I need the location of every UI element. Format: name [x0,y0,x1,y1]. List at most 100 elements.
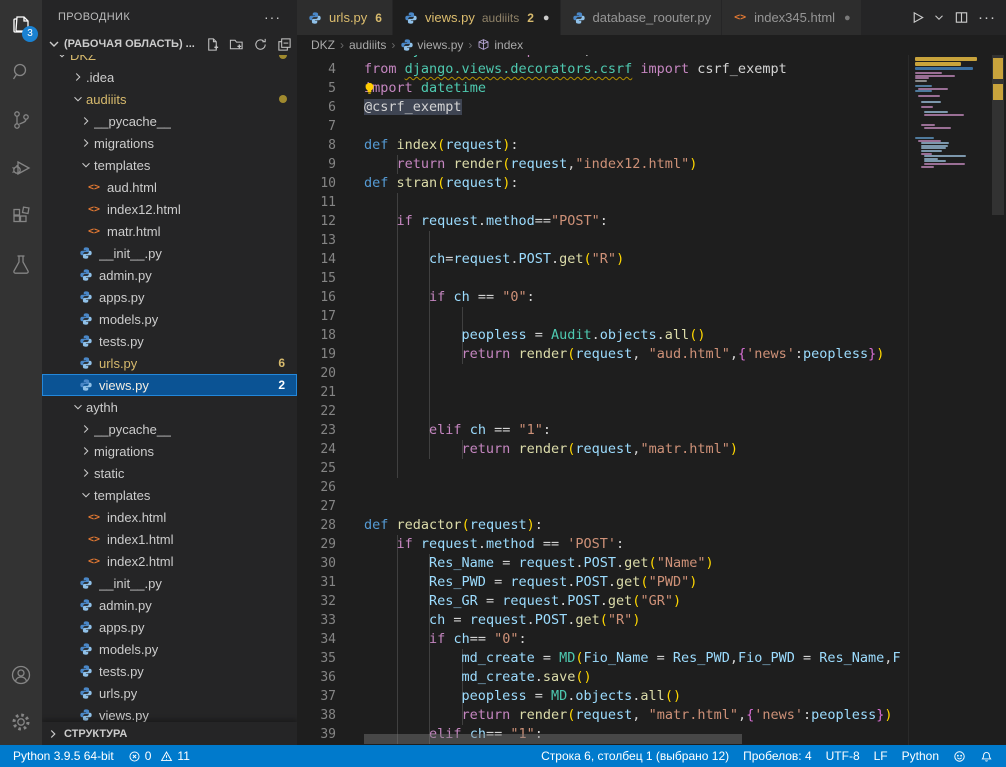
code-token: @csrf_exempt [364,99,462,115]
unsaved-dot[interactable]: ● [543,12,550,24]
code-token: "0" [494,631,518,647]
chevron-right-icon [70,69,86,85]
outline-section-header[interactable]: СТРУКТУРА [42,722,297,745]
vscode-window: 3 ПРОВОДНИК ··· (РАБО [0,0,1006,767]
code-token: ( [649,555,657,571]
tree-item-matr.html[interactable]: <>matr.html [42,220,297,242]
minimap-line [915,67,973,70]
code-token: ) [673,593,681,609]
python-interpreter-status[interactable]: Python 3.9.5 64-bit [6,745,121,767]
tree-item-templates[interactable]: templates [42,484,297,506]
tab-urls.py[interactable]: urls.py6 [297,0,393,35]
tree-item-tests.py[interactable]: tests.py [42,330,297,352]
breadcrumb-item-DKZ[interactable]: DKZ [311,38,335,52]
code-token: "matr.html" [640,441,729,457]
feedback-icon[interactable] [946,745,973,767]
code-token: . [478,213,486,229]
problems-badge: 2 [278,378,285,392]
code-viewport[interactable]: 3from aythh.models import MD,Audit4from … [297,55,908,745]
settings-gear-icon[interactable] [0,699,42,745]
breadcrumb-item-views.py[interactable]: views.py [400,38,463,52]
run-dropdown-chevron-icon[interactable] [932,7,946,29]
unsaved-dot[interactable]: ● [844,12,851,24]
code-editor[interactable]: 3from aythh.models import MD,Audit4from … [297,55,1006,745]
tree-item-urls.py[interactable]: urls.py [42,682,297,704]
tab-views.py[interactable]: views.pyaudiiits2● [393,0,561,35]
minimap-line [921,142,949,144]
overview-ruler[interactable] [990,55,1006,745]
breadcrumb-item-index[interactable]: index [477,38,523,52]
lightbulb-icon[interactable] [362,81,377,96]
testing-icon[interactable] [0,240,42,288]
tree-item-tests.py[interactable]: tests.py [42,660,297,682]
tree-item-models.py[interactable]: models.py [42,308,297,330]
tree-item-__pycache__[interactable]: __pycache__ [42,110,297,132]
account-icon[interactable] [0,651,42,699]
tree-item-index.html[interactable]: <>index.html [42,506,297,528]
tree-item-admin.py[interactable]: admin.py [42,264,297,286]
workspace-section-header[interactable]: (РАБОЧАЯ ОБЛАСТЬ) ... [42,33,297,55]
extensions-icon[interactable] [0,192,42,240]
tab-database_roouter.py[interactable]: database_roouter.py [561,0,723,35]
tree-item-index12.html[interactable]: <>index12.html [42,198,297,220]
breadcrumb[interactable]: DKZ›audiiits›views.py›index [297,35,1006,55]
run-button[interactable] [906,7,928,29]
code-token: = [535,650,559,666]
minimap-line [915,72,942,74]
code-token: ) [616,251,624,267]
sidebar-more-actions[interactable]: ··· [264,9,281,25]
breadcrumb-item-audiiits[interactable]: audiiits [349,38,386,52]
tree-item-apps.py[interactable]: apps.py [42,286,297,308]
tree-item-__pycache__[interactable]: __pycache__ [42,418,297,440]
code-token: request [445,137,502,153]
code-token: Fio_Name [584,650,649,666]
horizontal-scrollbar[interactable] [364,734,742,744]
source-control-icon[interactable] [0,96,42,144]
indentation-status[interactable]: Пробелов: 4 [736,745,819,767]
code-line-33: 33 ch = request.POST.get("R") [297,611,908,630]
explorer-toolbar [203,35,293,53]
minimap[interactable] [908,55,990,745]
code-token: Res_GR [429,593,478,609]
collapse-all-icon[interactable] [275,35,293,53]
problems-status[interactable]: 0 11 [121,745,197,767]
new-folder-icon[interactable] [227,35,245,53]
tree-item-admin.py[interactable]: admin.py [42,594,297,616]
language-mode-status[interactable]: Python [895,745,946,767]
tree-item-views.py[interactable]: views.py2 [42,374,297,396]
tree-item-apps.py[interactable]: apps.py [42,616,297,638]
code-token [364,631,429,647]
more-actions-icon[interactable]: ··· [976,7,998,29]
tree-item-__init__.py[interactable]: __init__.py [42,572,297,594]
notifications-bell-icon[interactable] [973,745,1000,767]
tree-item-migrations[interactable]: migrations [42,440,297,462]
code-token: , [584,55,592,58]
tree-item-audiiits[interactable]: audiiits [42,88,297,110]
tree-item-migrations[interactable]: migrations [42,132,297,154]
indent-guide [429,231,430,250]
run-debug-icon[interactable] [0,144,42,192]
tree-item-templates[interactable]: templates [42,154,297,176]
tree-item-__init__.py[interactable]: __init__.py [42,242,297,264]
tree-item-.idea[interactable]: .idea [42,66,297,88]
refresh-icon[interactable] [251,35,269,53]
tab-index345.html[interactable]: <>index345.html● [722,0,862,35]
tree-item-aud.html[interactable]: <>aud.html [42,176,297,198]
tree-item-models.py[interactable]: models.py [42,638,297,660]
problems-badge: 6 [278,356,285,370]
tree-item-static[interactable]: static [42,462,297,484]
tree-item-aythh[interactable]: aythh [42,396,297,418]
eol-status[interactable]: LF [867,745,895,767]
tab-label: database_roouter.py [593,10,712,25]
cursor-position-status[interactable]: Строка 6, столбец 1 (выбрано 12) [534,745,736,767]
tree-item-index1.html[interactable]: <>index1.html [42,528,297,550]
new-file-icon[interactable] [203,35,221,53]
split-editor-icon[interactable] [950,7,972,29]
search-icon[interactable] [0,48,42,96]
tree-item-index2.html[interactable]: <>index2.html [42,550,297,572]
explorer-icon[interactable]: 3 [0,0,42,48]
encoding-status[interactable]: UTF-8 [819,745,867,767]
vertical-scrollbar-thumb[interactable] [992,55,1004,215]
line-number: 18 [297,326,336,345]
tree-item-urls.py[interactable]: urls.py6 [42,352,297,374]
